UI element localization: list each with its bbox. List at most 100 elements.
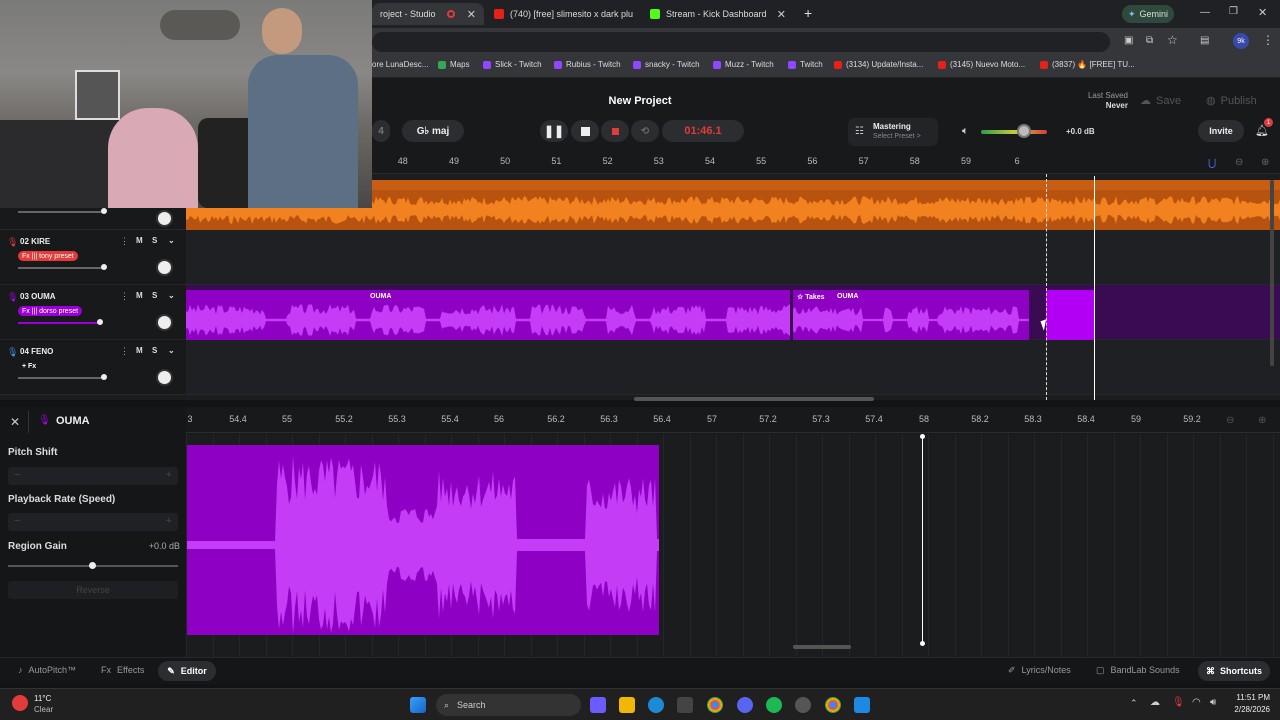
volume-slider[interactable] bbox=[18, 322, 100, 324]
track-lane-kire[interactable] bbox=[186, 230, 1280, 285]
key-button[interactable]: G♭ maj bbox=[402, 120, 464, 142]
app-icon[interactable] bbox=[854, 697, 870, 713]
invite-button[interactable]: Invite bbox=[1198, 120, 1244, 142]
bookmark-item[interactable]: ore LunaDesc... bbox=[372, 60, 428, 69]
add-fx-button[interactable]: + Fx bbox=[18, 361, 40, 371]
bandlab-sounds-button[interactable]: ▢ BandLab Sounds bbox=[1096, 665, 1180, 676]
audio-region-ouma[interactable]: OUMA bbox=[186, 290, 790, 340]
volume-tray-icon[interactable]: 🔊︎ bbox=[1210, 697, 1216, 708]
wifi-icon[interactable]: ◠ bbox=[1192, 697, 1201, 708]
project-title[interactable]: New Project bbox=[560, 95, 720, 107]
volume-slider[interactable] bbox=[18, 211, 104, 213]
save-button[interactable]: ☁ Save bbox=[1140, 94, 1181, 108]
volume-thumb[interactable] bbox=[101, 208, 107, 214]
bookmark-item[interactable]: (3145) Nuevo Moto... bbox=[938, 60, 1025, 69]
shortcuts-button[interactable]: ⌘ Shortcuts bbox=[1198, 661, 1270, 681]
tab-youtube[interactable]: (740) [free] slimesito x dark plu ✕ bbox=[486, 3, 634, 25]
sidepanel-icon[interactable]: ▤ bbox=[1200, 35, 1209, 46]
chrome-active-icon[interactable] bbox=[825, 697, 841, 713]
volume-thumb[interactable] bbox=[97, 319, 103, 325]
magnet-icon[interactable]: ⋃ bbox=[1208, 158, 1216, 169]
volume-thumb[interactable] bbox=[101, 374, 107, 380]
pause-button[interactable]: ❚❚ bbox=[540, 120, 568, 142]
bookmark-item[interactable]: (3134) Update/Insta... bbox=[834, 60, 923, 69]
track-lane-feno[interactable] bbox=[186, 340, 1280, 395]
publish-button[interactable]: ◍ Publish bbox=[1206, 94, 1257, 108]
vertical-scrollbar[interactable] bbox=[1270, 180, 1274, 366]
audio-region-ouma-takes[interactable]: ☆ Takes OUMA bbox=[793, 290, 1029, 340]
minimize-icon[interactable]: — bbox=[1200, 7, 1210, 18]
bookmark-item[interactable]: Muzz - Twitch bbox=[713, 60, 774, 69]
editor-playhead[interactable] bbox=[922, 435, 923, 645]
pan-knob[interactable] bbox=[156, 210, 173, 227]
tab-kick[interactable]: Stream - Kick Dashboard ✕ bbox=[642, 3, 794, 25]
tab-studio[interactable]: roject - Studio ✕ bbox=[372, 3, 484, 25]
obs-icon[interactable] bbox=[795, 697, 811, 713]
reverse-button[interactable]: Reverse bbox=[8, 581, 178, 599]
bookmark-item[interactable]: (3837) 🔥 [FREE] TU... bbox=[1040, 60, 1135, 69]
chevron-down-icon[interactable]: ⌄ bbox=[168, 346, 175, 355]
spotify-icon[interactable] bbox=[766, 697, 782, 713]
chevron-down-icon[interactable]: ⌄ bbox=[168, 236, 175, 245]
track-menu-icon[interactable]: ⋮ bbox=[120, 291, 129, 302]
record-button[interactable] bbox=[601, 120, 629, 142]
minus-icon[interactable]: − bbox=[14, 469, 20, 481]
solo-button[interactable]: S bbox=[152, 236, 157, 245]
zoom-out-icon[interactable]: ⊖ bbox=[1226, 415, 1234, 426]
plus-icon[interactable]: + bbox=[166, 469, 172, 481]
editor-button[interactable]: ✎ Editor bbox=[158, 661, 216, 681]
screen-icon[interactable]: ⧉ bbox=[1146, 35, 1153, 46]
window-close-icon[interactable]: ✕ bbox=[1258, 6, 1267, 19]
bookmark-star-icon[interactable]: ☆ bbox=[1167, 33, 1178, 47]
pan-knob[interactable] bbox=[156, 314, 173, 331]
zoom-in-icon[interactable]: ⊕ bbox=[1258, 415, 1266, 426]
discord-icon[interactable] bbox=[737, 697, 753, 713]
playback-rate-stepper[interactable]: − + bbox=[8, 513, 178, 531]
file-explorer-icon[interactable] bbox=[619, 697, 635, 713]
gemini-button[interactable]: ✦ Gemini bbox=[1122, 5, 1174, 23]
profile-avatar[interactable]: 9k bbox=[1233, 33, 1249, 49]
volume-slider[interactable] bbox=[18, 377, 104, 379]
menu-icon[interactable]: ⋮ bbox=[1262, 33, 1274, 47]
volume-slider[interactable] bbox=[18, 267, 104, 269]
pan-knob[interactable] bbox=[156, 369, 173, 386]
pan-knob[interactable] bbox=[156, 259, 173, 276]
new-tab-icon[interactable]: + bbox=[804, 5, 812, 21]
mic-tray-icon[interactable]: 🎙︎ bbox=[1172, 697, 1185, 708]
master-volume-thumb[interactable] bbox=[1017, 124, 1031, 138]
bookmark-item[interactable]: snacky - Twitch bbox=[633, 60, 700, 69]
editor-ruler[interactable]: 3 54.4 55 55.2 55.3 55.4 56 56.2 56.3 56.4 57 57.2 5… bbox=[186, 407, 1280, 433]
effects-button[interactable]: Fx Effects bbox=[101, 665, 144, 675]
track-header-ouma[interactable]: 🎙︎ 03 OUMA ⋮ M S ⌄ Fx ||| dorso preset bbox=[0, 285, 186, 340]
editor-audio-region[interactable] bbox=[187, 445, 659, 635]
windows-start-icon[interactable] bbox=[410, 697, 426, 713]
copilot-icon[interactable] bbox=[590, 697, 606, 713]
close-icon[interactable]: ✕ bbox=[467, 8, 476, 21]
tempo-button[interactable]: 4 bbox=[372, 120, 390, 142]
chevron-up-icon[interactable]: ⌃ bbox=[1130, 698, 1138, 709]
url-field[interactable] bbox=[372, 32, 1110, 52]
selected-region[interactable] bbox=[1046, 290, 1094, 340]
edge-icon[interactable] bbox=[648, 697, 664, 713]
chevron-down-icon[interactable]: ⌄ bbox=[168, 291, 175, 300]
mastering-button[interactable]: ☷ Mastering Select Preset > bbox=[848, 118, 938, 146]
bookmark-item[interactable]: Twitch bbox=[788, 60, 823, 69]
stop-button[interactable] bbox=[571, 120, 599, 142]
region-gain-thumb[interactable] bbox=[89, 562, 96, 569]
editor-horizontal-scrollbar[interactable] bbox=[793, 645, 851, 649]
autopitch-button[interactable]: ♪ AutoPitch™ bbox=[18, 665, 76, 675]
volume-thumb[interactable] bbox=[101, 264, 107, 270]
loop-button[interactable]: ⟲ bbox=[631, 120, 659, 142]
fx-preset-tag[interactable]: Fx ||| dorso preset bbox=[18, 306, 83, 316]
solo-button[interactable]: S bbox=[152, 291, 157, 300]
playhead[interactable] bbox=[1094, 176, 1095, 400]
horizontal-scrollbar[interactable] bbox=[634, 397, 874, 401]
bookmark-item[interactable]: Slick - Twitch bbox=[483, 60, 542, 69]
close-icon[interactable]: ✕ bbox=[10, 415, 20, 429]
mute-button[interactable]: M bbox=[136, 346, 143, 355]
mute-button[interactable]: M bbox=[136, 291, 143, 300]
store-icon[interactable] bbox=[677, 697, 693, 713]
close-icon[interactable]: ✕ bbox=[777, 8, 786, 21]
taskbar-search[interactable]: ⌕ Search bbox=[436, 694, 581, 716]
weather-icon[interactable] bbox=[12, 695, 28, 711]
